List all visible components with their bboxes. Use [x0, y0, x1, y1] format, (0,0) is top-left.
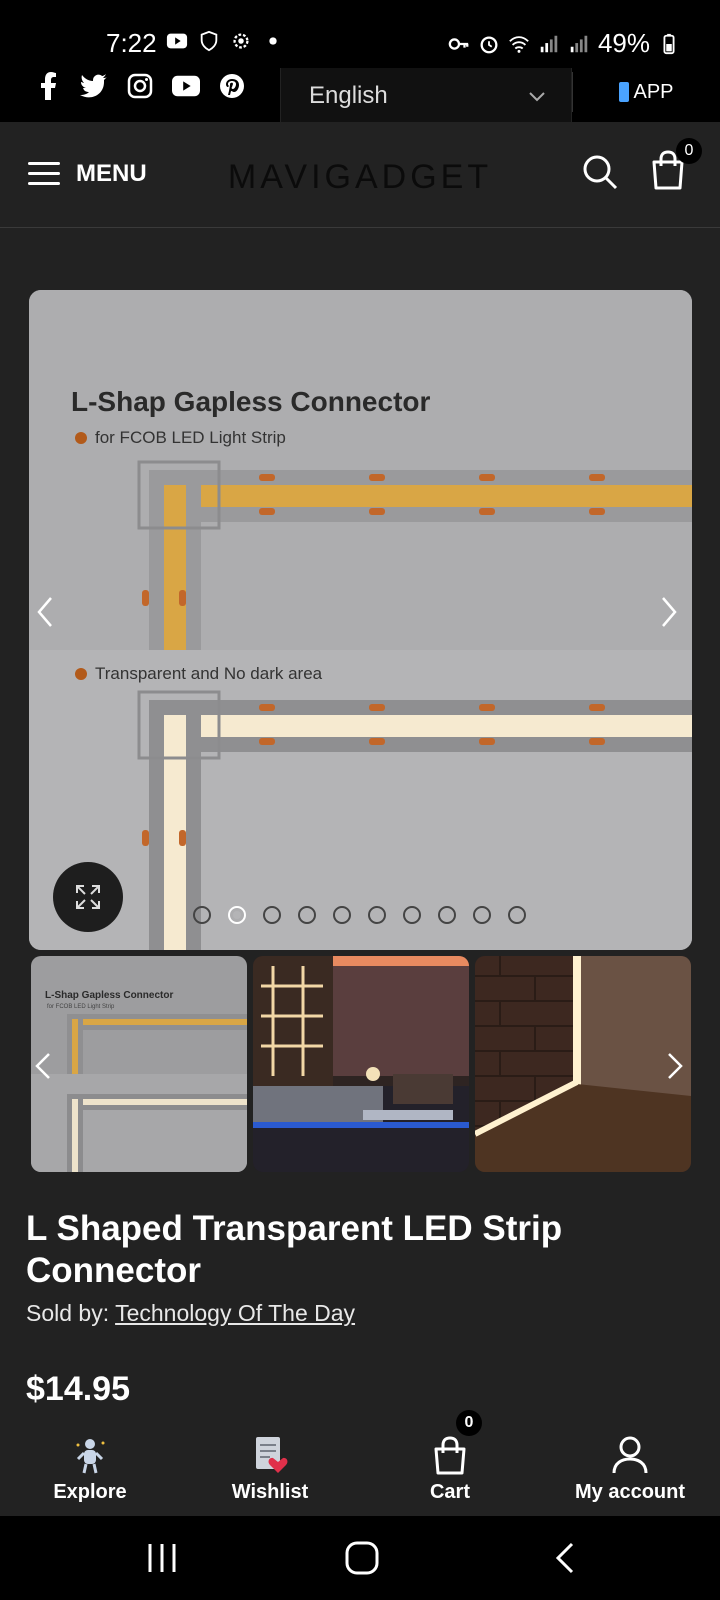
system-nav-bar [0, 1516, 720, 1600]
carousel-dot-active[interactable] [228, 906, 246, 924]
bottom-nav-wishlist[interactable]: Wishlist [180, 1420, 360, 1516]
expand-image-button[interactable] [53, 862, 123, 932]
bottom-nav-explore[interactable]: Explore [0, 1420, 180, 1516]
signal-icon [540, 35, 558, 52]
search-icon[interactable] [580, 152, 620, 192]
back-icon[interactable] [546, 1538, 586, 1578]
facebook-icon[interactable] [34, 72, 62, 100]
carousel-dot[interactable] [438, 906, 456, 924]
thumb-illustration [31, 1014, 247, 1172]
carousel-dot[interactable] [403, 906, 421, 924]
bottom-nav-cart[interactable]: 0 Cart [360, 1410, 540, 1516]
social-links [34, 72, 246, 100]
status-time: 7:22 [106, 28, 157, 58]
battery-percent: 49% [597, 28, 650, 58]
recent-apps-icon[interactable] [142, 1538, 182, 1578]
chevron-left-icon[interactable] [31, 592, 61, 632]
image-bullet-2: Transparent and No dark area [75, 664, 322, 684]
carousel-dot[interactable] [368, 906, 386, 924]
product-main-image[interactable]: L-Shap Gapless Connector for FCOB LED Li… [29, 290, 692, 950]
header-cart-button[interactable]: 0 [650, 138, 702, 194]
sold-by: Sold by: Technology Of The Day [26, 1300, 355, 1327]
living-room-scene [253, 956, 469, 1172]
pinterest-icon[interactable] [218, 72, 246, 100]
twitter-icon[interactable] [80, 72, 108, 100]
battery-icon [663, 33, 675, 54]
thumbnail-strip: L-Shap Gapless Connector for FCOB LED Li… [29, 956, 692, 1174]
bottom-nav-account[interactable]: My account [540, 1420, 720, 1516]
carousel-dot[interactable] [508, 906, 526, 924]
youtube-icon[interactable] [172, 72, 200, 100]
language-select[interactable]: English [280, 68, 572, 124]
explore-icon [76, 1439, 105, 1474]
chevron-down-icon [529, 92, 545, 102]
youtube-notification-icon [166, 33, 188, 49]
menu-label: MENU [76, 160, 147, 187]
thumbnail-2[interactable] [253, 956, 469, 1172]
carousel-dot[interactable] [263, 906, 281, 924]
product-title: L Shaped Transparent LED Strip Connector [26, 1209, 563, 1290]
thumb-chevron-left-icon[interactable] [29, 1048, 59, 1084]
explore-label: Explore [53, 1481, 127, 1503]
status-right: 49% [448, 28, 680, 59]
image-bullet-1: for FCOB LED Light Strip [75, 428, 286, 448]
bottom-nav: Explore Wishlist 0 Cart My account [0, 1410, 720, 1516]
bottom-cart-badge: 0 [456, 1410, 482, 1436]
bullet-dot-icon [75, 432, 87, 444]
site-header: MENU MAVIGADGET 0 [0, 122, 720, 228]
wishlist-label: Wishlist [231, 1481, 309, 1503]
cart-icon [434, 1436, 466, 1475]
signal-icon-2 [570, 35, 588, 52]
account-label: My account [574, 1481, 686, 1503]
wishlist-icon [256, 1437, 288, 1473]
thumb-chevron-right-icon[interactable] [659, 1048, 689, 1084]
language-label: English [309, 81, 388, 109]
carousel-dot[interactable] [298, 906, 316, 924]
seller-link[interactable]: Technology Of The Day [115, 1300, 355, 1326]
menu-button[interactable]: MENU [28, 160, 147, 188]
carousel-dot[interactable] [193, 906, 211, 924]
status-left-icons [166, 30, 284, 52]
instagram-icon[interactable] [126, 72, 154, 100]
bullet-dot-icon [75, 668, 87, 680]
carousel-dot[interactable] [473, 906, 491, 924]
chevron-right-icon[interactable] [653, 592, 683, 632]
hamburger-icon [28, 162, 60, 186]
carousel-dots [193, 906, 526, 924]
app-link[interactable]: APP [572, 72, 720, 112]
account-icon [612, 1436, 648, 1474]
product-price: $14.95 [26, 1370, 130, 1408]
site-logo[interactable]: MAVIGADGET [228, 152, 488, 202]
sold-by-label: Sold by: [26, 1300, 110, 1326]
top-bar: English APP [0, 60, 720, 124]
gear-notification-icon [233, 33, 249, 49]
shield-icon [200, 30, 218, 52]
key-icon [448, 37, 469, 50]
phone-icon [619, 82, 630, 102]
carousel-dot[interactable] [333, 906, 351, 924]
alarm-icon [480, 35, 498, 53]
header-cart-badge: 0 [676, 138, 702, 164]
dot-icon [269, 37, 277, 45]
cart-label: Cart [429, 1481, 470, 1503]
wifi-icon [509, 35, 529, 53]
home-icon[interactable] [342, 1538, 382, 1578]
expand-icon [76, 885, 100, 909]
image-title: L-Shap Gapless Connector [71, 386, 431, 417]
thumbnail-1[interactable]: L-Shap Gapless Connector for FCOB LED Li… [31, 956, 247, 1172]
app-label: APP [633, 80, 674, 103]
